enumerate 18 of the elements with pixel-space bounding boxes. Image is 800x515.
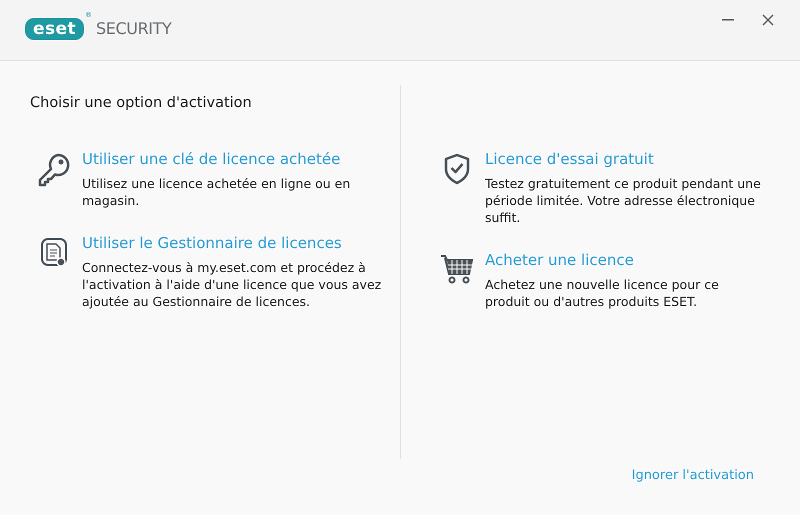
option-description: Testez gratuitement ce produit pendant une période limitée. Votre adresse électronique suffit. — [485, 175, 762, 226]
heading: Choisir une option d'activation — [30, 94, 253, 113]
option-description: Utilisez une licence achetée en ligne ou en magasin. — [82, 174, 352, 209]
option-link[interactable]: Utiliser une clé de licence achetée — [82, 148, 400, 169]
option-link[interactable]: Utiliser le Gestionnaire de licences — [82, 232, 400, 253]
skip-activation-link[interactable]: Ignorer l'activation — [632, 466, 754, 485]
document-icon — [40, 236, 68, 269]
close-icon — [762, 14, 774, 26]
cart-icon — [441, 254, 473, 284]
product-name: SECURITY — [96, 18, 172, 40]
option-description: Achetez une nouvelle licence pour ce produit ou d'autres produits ESET. — [485, 276, 720, 310]
minimize-icon — [722, 19, 734, 21]
logo: eset — [25, 18, 84, 40]
option-link[interactable]: Licence d'essai gratuit — [485, 149, 766, 169]
option-description: Connectez-vous à my.eset.com et procédez à l'activation à l'aide d'une licence que vous avez ajoutée au Gestionnaire de licences. — [82, 258, 382, 310]
option-link[interactable]: Acheter une licence — [485, 250, 766, 270]
key-icon — [38, 152, 70, 187]
shield-check-icon — [443, 153, 471, 185]
